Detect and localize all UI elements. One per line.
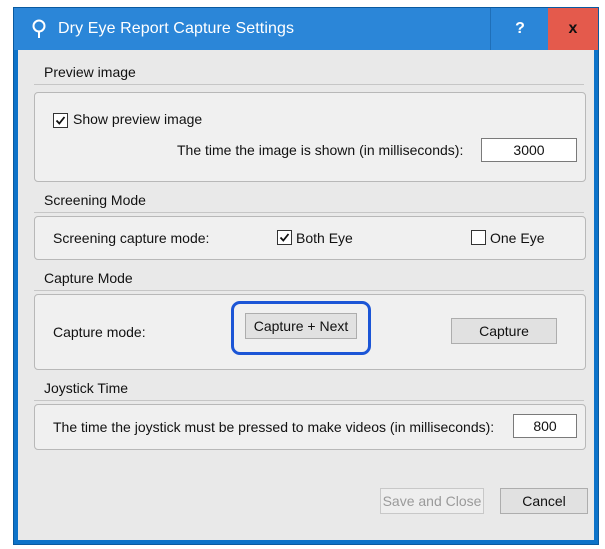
capture-section-divider	[34, 290, 584, 291]
screening-mode-label: Screening capture mode:	[53, 230, 210, 246]
checkmark-icon	[279, 233, 290, 242]
one-eye-checkbox[interactable]	[471, 230, 486, 245]
capture-group: Capture mode: Capture + Next Capture	[34, 294, 586, 370]
close-button[interactable]: x	[548, 8, 598, 50]
joystick-section-title: Joystick Time	[44, 380, 129, 396]
both-eye-label[interactable]: Both Eye	[296, 230, 353, 246]
one-eye-label[interactable]: One Eye	[490, 230, 544, 246]
help-button[interactable]: ?	[490, 8, 549, 50]
window-title: Dry Eye Report Capture Settings	[58, 20, 295, 37]
preview-time-label: The time the image is shown (in millisec…	[177, 142, 464, 158]
title-bar[interactable]: Dry Eye Report Capture Settings ? x	[14, 8, 598, 50]
capture-next-button[interactable]: Capture + Next	[245, 313, 357, 339]
screening-group: Screening capture mode: Both Eye One Eye	[34, 216, 586, 260]
show-preview-checkbox[interactable]	[53, 113, 68, 128]
show-preview-label[interactable]: Show preview image	[73, 111, 202, 127]
joystick-time-label: The time the joystick must be pressed to…	[53, 419, 495, 435]
app-location-pin-icon	[30, 19, 48, 39]
joystick-group: The time the joystick must be pressed to…	[34, 404, 586, 450]
capture-button[interactable]: Capture	[451, 318, 557, 344]
joystick-time-input[interactable]: 800	[513, 414, 577, 438]
both-eye-checkbox[interactable]	[277, 230, 292, 245]
settings-dialog-window: Dry Eye Report Capture Settings ? x Prev…	[14, 8, 598, 544]
preview-group: Show preview image The time the image is…	[34, 92, 586, 182]
checkmark-icon	[55, 116, 66, 125]
screening-section-divider	[34, 212, 584, 213]
screening-section-title: Screening Mode	[44, 192, 146, 208]
dialog-body: Preview image Show preview image The tim…	[18, 50, 594, 540]
capture-section-title: Capture Mode	[44, 270, 133, 286]
preview-time-input[interactable]: 3000	[481, 138, 577, 162]
joystick-section-divider	[34, 400, 584, 401]
preview-section-title: Preview image	[44, 64, 136, 80]
cancel-button[interactable]: Cancel	[500, 488, 588, 514]
preview-section-divider	[34, 84, 584, 85]
capture-mode-label: Capture mode:	[53, 324, 146, 340]
save-and-close-button[interactable]: Save and Close	[380, 488, 484, 514]
